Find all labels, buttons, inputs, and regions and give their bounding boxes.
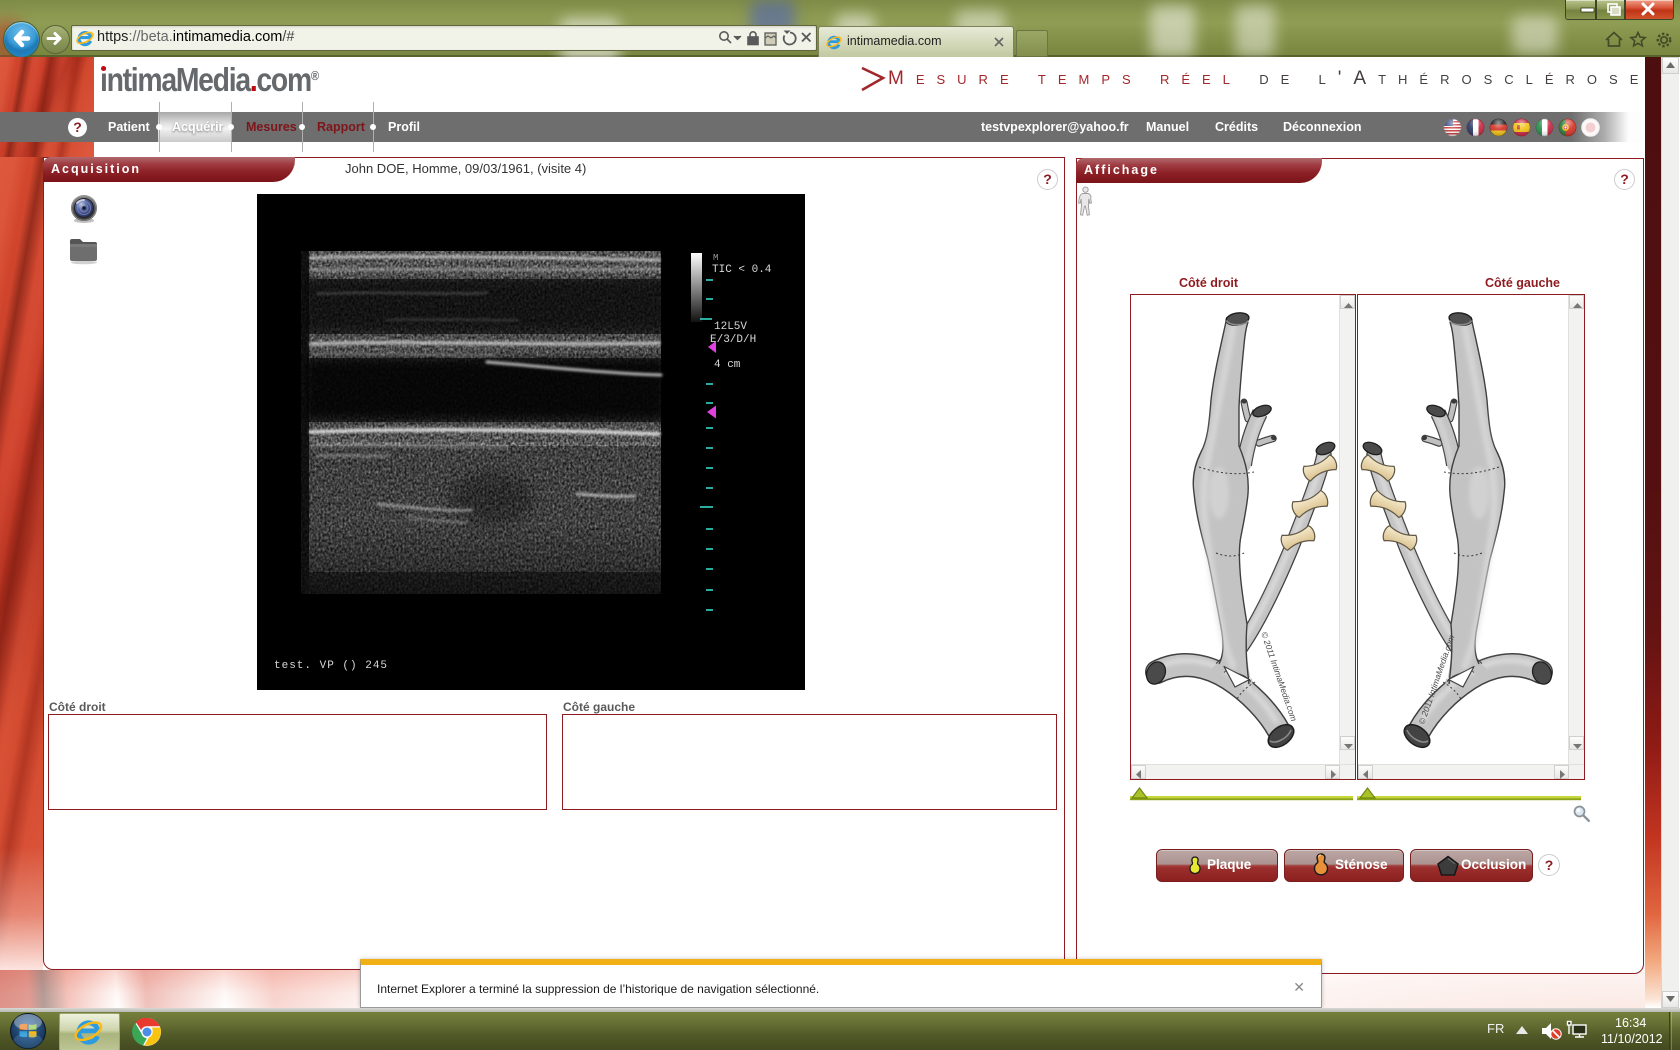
svg-text:4 cm: 4 cm — [714, 359, 741, 371]
svg-text:M: M — [713, 253, 718, 263]
svg-text:12L5V: 12L5V — [714, 321, 747, 333]
svg-text:E/3/D/H: E/3/D/H — [710, 334, 756, 346]
svg-text:test. VP () 245: test. VP () 245 — [274, 660, 388, 672]
svg-text:TIC < 0.4: TIC < 0.4 — [712, 264, 772, 276]
